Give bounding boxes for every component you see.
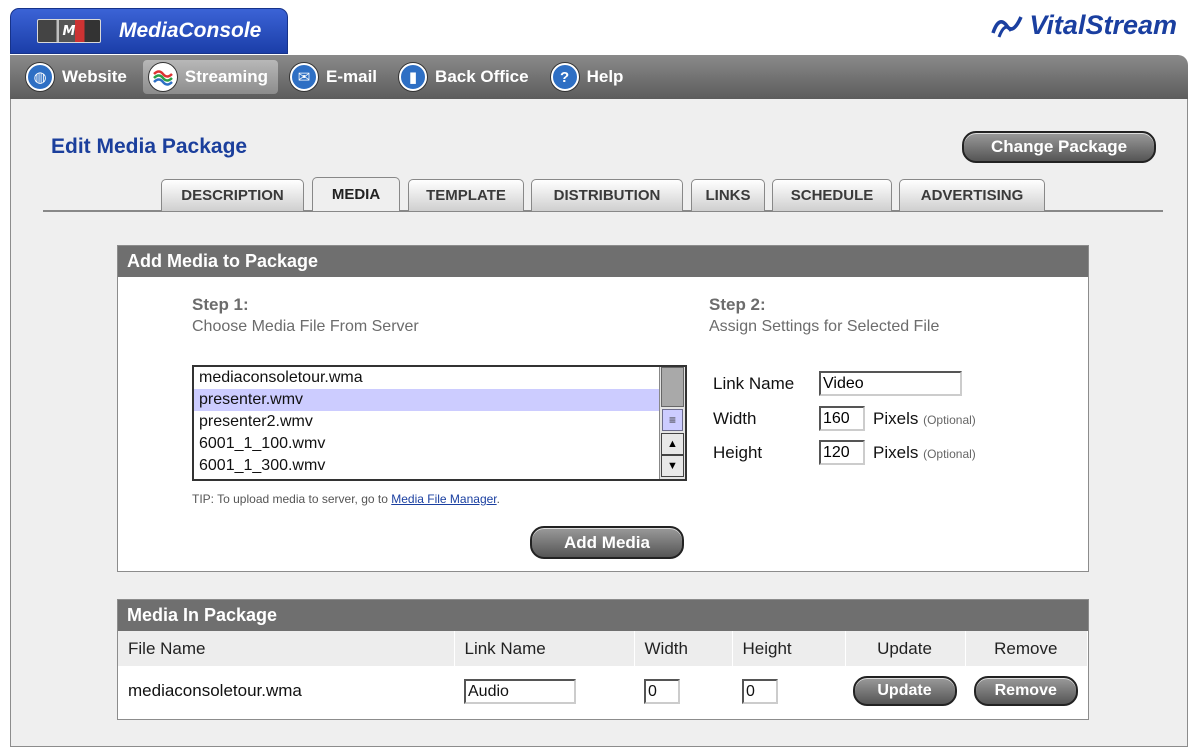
- media-table: File Name Link Name Width Height Update …: [118, 631, 1088, 716]
- list-item[interactable]: 6001_1_300.wmv: [194, 455, 685, 477]
- column-header-link-name: Link Name: [454, 631, 635, 666]
- tab-advertising[interactable]: ADVERTISING: [899, 179, 1045, 211]
- media-file-manager-link[interactable]: Media File Manager: [391, 492, 496, 506]
- add-media-button[interactable]: Add Media: [530, 526, 684, 559]
- step1-subtitle: Choose Media File From Server: [192, 318, 419, 335]
- bar-chart-icon: ▮: [399, 63, 428, 91]
- tab-links[interactable]: LINKS: [691, 179, 765, 211]
- width-unit: Pixels (Optional): [873, 409, 976, 428]
- nav-website[interactable]: ◍ Website: [20, 60, 137, 94]
- table-header-row: File Name Link Name Width Height Update …: [118, 631, 1088, 666]
- media-file-listbox[interactable]: mediaconsoletour.wma presenter.wmv prese…: [192, 365, 687, 481]
- scroll-grip-icon[interactable]: ≡: [662, 409, 683, 431]
- content-panel: Edit Media Package Change Package DESCRI…: [10, 99, 1188, 747]
- envelope-icon: ✉: [290, 63, 319, 91]
- tab-template[interactable]: TEMPLATE: [408, 179, 524, 211]
- tab-description[interactable]: DESCRIPTION: [161, 179, 304, 211]
- nav-label: Back Office: [435, 67, 529, 86]
- scroll-thumb[interactable]: [661, 367, 684, 407]
- height-label: Height: [713, 443, 763, 462]
- width-cell: 0: [634, 666, 732, 716]
- update-button[interactable]: Update: [852, 676, 957, 706]
- column-header-update: Update: [845, 631, 966, 666]
- column-header-height: Height: [732, 631, 846, 666]
- link-name-cell: Audio: [454, 666, 634, 716]
- section-header: Media In Package: [118, 600, 1088, 631]
- globe-icon: ◍: [26, 63, 54, 91]
- step2-title: Step 2:: [709, 295, 766, 314]
- row-width-field[interactable]: 0: [644, 678, 680, 704]
- remove-button[interactable]: Remove: [973, 676, 1078, 706]
- nav-help[interactable]: ? Help: [545, 60, 634, 94]
- list-item[interactable]: 6001_1_100.wmv: [194, 433, 685, 455]
- vitalstream-logo: VitalStream: [989, 10, 1177, 41]
- scroll-down-icon[interactable]: ▼: [661, 455, 684, 477]
- vitalstream-mark-icon: [991, 15, 1024, 38]
- stream-waves-icon: [148, 63, 177, 91]
- nav-back-office[interactable]: ▮ Back Office: [393, 60, 539, 94]
- file-name-cell: mediaconsoletour.wma: [128, 681, 302, 700]
- height-unit: Pixels (Optional): [873, 443, 976, 462]
- app-brand-tab: M MediaConsole: [10, 8, 288, 54]
- row-link-name-field[interactable]: Audio: [464, 678, 576, 704]
- section-header: Add Media to Package: [118, 246, 1088, 277]
- main-nav: ◍ Website Streaming ✉ E-mail ▮ Back Offi…: [10, 55, 1188, 99]
- nav-email[interactable]: ✉ E-mail: [284, 60, 387, 94]
- height-field[interactable]: 120: [819, 440, 865, 465]
- column-header-remove: Remove: [965, 631, 1088, 666]
- nav-label: Streaming: [184, 67, 269, 86]
- tip-suffix: .: [496, 492, 500, 506]
- row-height-field[interactable]: 0: [742, 678, 778, 704]
- list-item[interactable]: presenter2.wmv: [194, 411, 685, 433]
- update-cell: Update: [845, 666, 965, 716]
- tab-distribution[interactable]: DISTRIBUTION: [531, 179, 683, 211]
- mediaconsole-logo: M: [37, 19, 101, 43]
- nav-label: E-mail: [326, 67, 378, 86]
- help-question-icon: ?: [550, 63, 579, 91]
- list-item-selected[interactable]: presenter.wmv: [194, 389, 685, 411]
- table-row: mediaconsoletour.wma Audio 0 0 Update Re…: [118, 666, 1088, 716]
- list-item[interactable]: mediaconsoletour.wma: [194, 367, 685, 389]
- height-cell: 0: [732, 666, 845, 716]
- nav-streaming[interactable]: Streaming: [142, 60, 279, 94]
- nav-label: Website: [62, 67, 127, 86]
- step1-title: Step 1:: [192, 295, 249, 314]
- column-header-file-name: File Name: [118, 631, 455, 666]
- listbox-scrollbar[interactable]: ≡ ▲ ▼: [659, 367, 685, 479]
- app-title: MediaConsole: [119, 19, 262, 42]
- page-title: Edit Media Package: [51, 135, 248, 158]
- column-header-width: Width: [634, 631, 733, 666]
- nav-label: Help: [586, 67, 624, 86]
- tab-schedule[interactable]: SCHEDULE: [772, 179, 892, 211]
- change-package-button[interactable]: Change Package: [962, 131, 1156, 163]
- tip-text: TIP: To upload media to server, go to: [192, 492, 392, 506]
- vendor-name: VitalStream: [1029, 10, 1177, 40]
- link-name-label: Link Name: [713, 374, 795, 393]
- remove-cell: Remove: [965, 666, 1088, 716]
- upload-tip: TIP: To upload media to server, go to Me…: [192, 492, 500, 506]
- width-field[interactable]: 160: [819, 406, 865, 431]
- link-name-field[interactable]: Video: [819, 371, 962, 396]
- scroll-up-icon[interactable]: ▲: [661, 433, 684, 455]
- width-label: Width: [713, 409, 757, 428]
- media-in-package-section: Media In Package File Name Link Name Wid…: [117, 599, 1089, 720]
- step2-subtitle: Assign Settings for Selected File: [709, 318, 940, 335]
- logo-text: M: [62, 23, 76, 39]
- tab-media[interactable]: MEDIA: [312, 177, 400, 211]
- add-media-section: Add Media to Package Step 1: Choose Medi…: [117, 245, 1089, 572]
